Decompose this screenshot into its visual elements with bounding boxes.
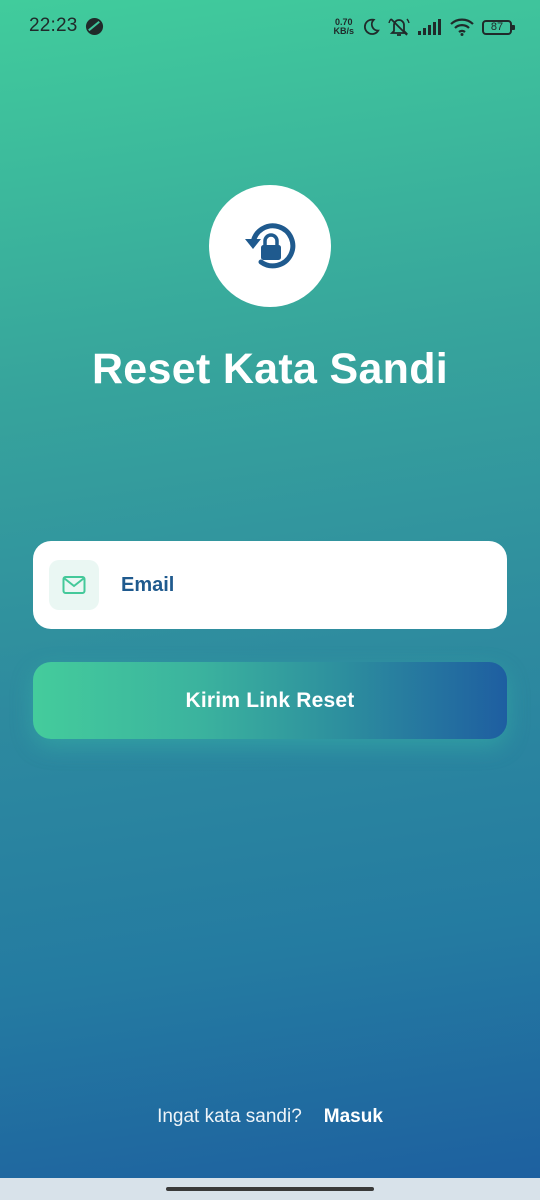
battery-icon: 87 — [482, 19, 515, 35]
email-input[interactable] — [121, 541, 491, 629]
status-icons: 0.70 KB/s 87 — [333, 14, 515, 40]
signal-icon — [418, 19, 441, 35]
status-time: 22:23 — [29, 15, 78, 36]
moon-icon — [363, 18, 380, 35]
send-reset-link-button[interactable]: Kirim Link Reset — [33, 662, 507, 739]
notification-app-icon — [85, 17, 104, 36]
mail-icon — [62, 576, 86, 594]
page-title: Reset Kata Sandi — [91, 345, 449, 393]
logo-badge — [209, 185, 331, 307]
bell-muted-icon — [388, 18, 410, 36]
login-link[interactable]: Masuk — [324, 1106, 383, 1128]
email-icon-box — [49, 560, 99, 610]
footer-login-row: Ingat kata sandi? Masuk — [0, 1106, 540, 1128]
lock-reset-icon — [245, 223, 296, 269]
status-bar: 22:23 0.70 KB/s 87 — [0, 0, 540, 54]
reset-password-screen: 22:23 0.70 KB/s 87 Reset Kata Sandi Emai… — [0, 0, 540, 1200]
email-field[interactable] — [33, 541, 507, 629]
remember-password-prompt: Ingat kata sandi? — [157, 1106, 302, 1127]
home-indicator[interactable] — [166, 1187, 374, 1191]
wifi-icon — [450, 18, 474, 36]
navigation-bar — [0, 1178, 540, 1200]
network-speed-unit: KB/s — [333, 26, 354, 36]
network-speed: 0.70 KB/s — [333, 18, 354, 36]
